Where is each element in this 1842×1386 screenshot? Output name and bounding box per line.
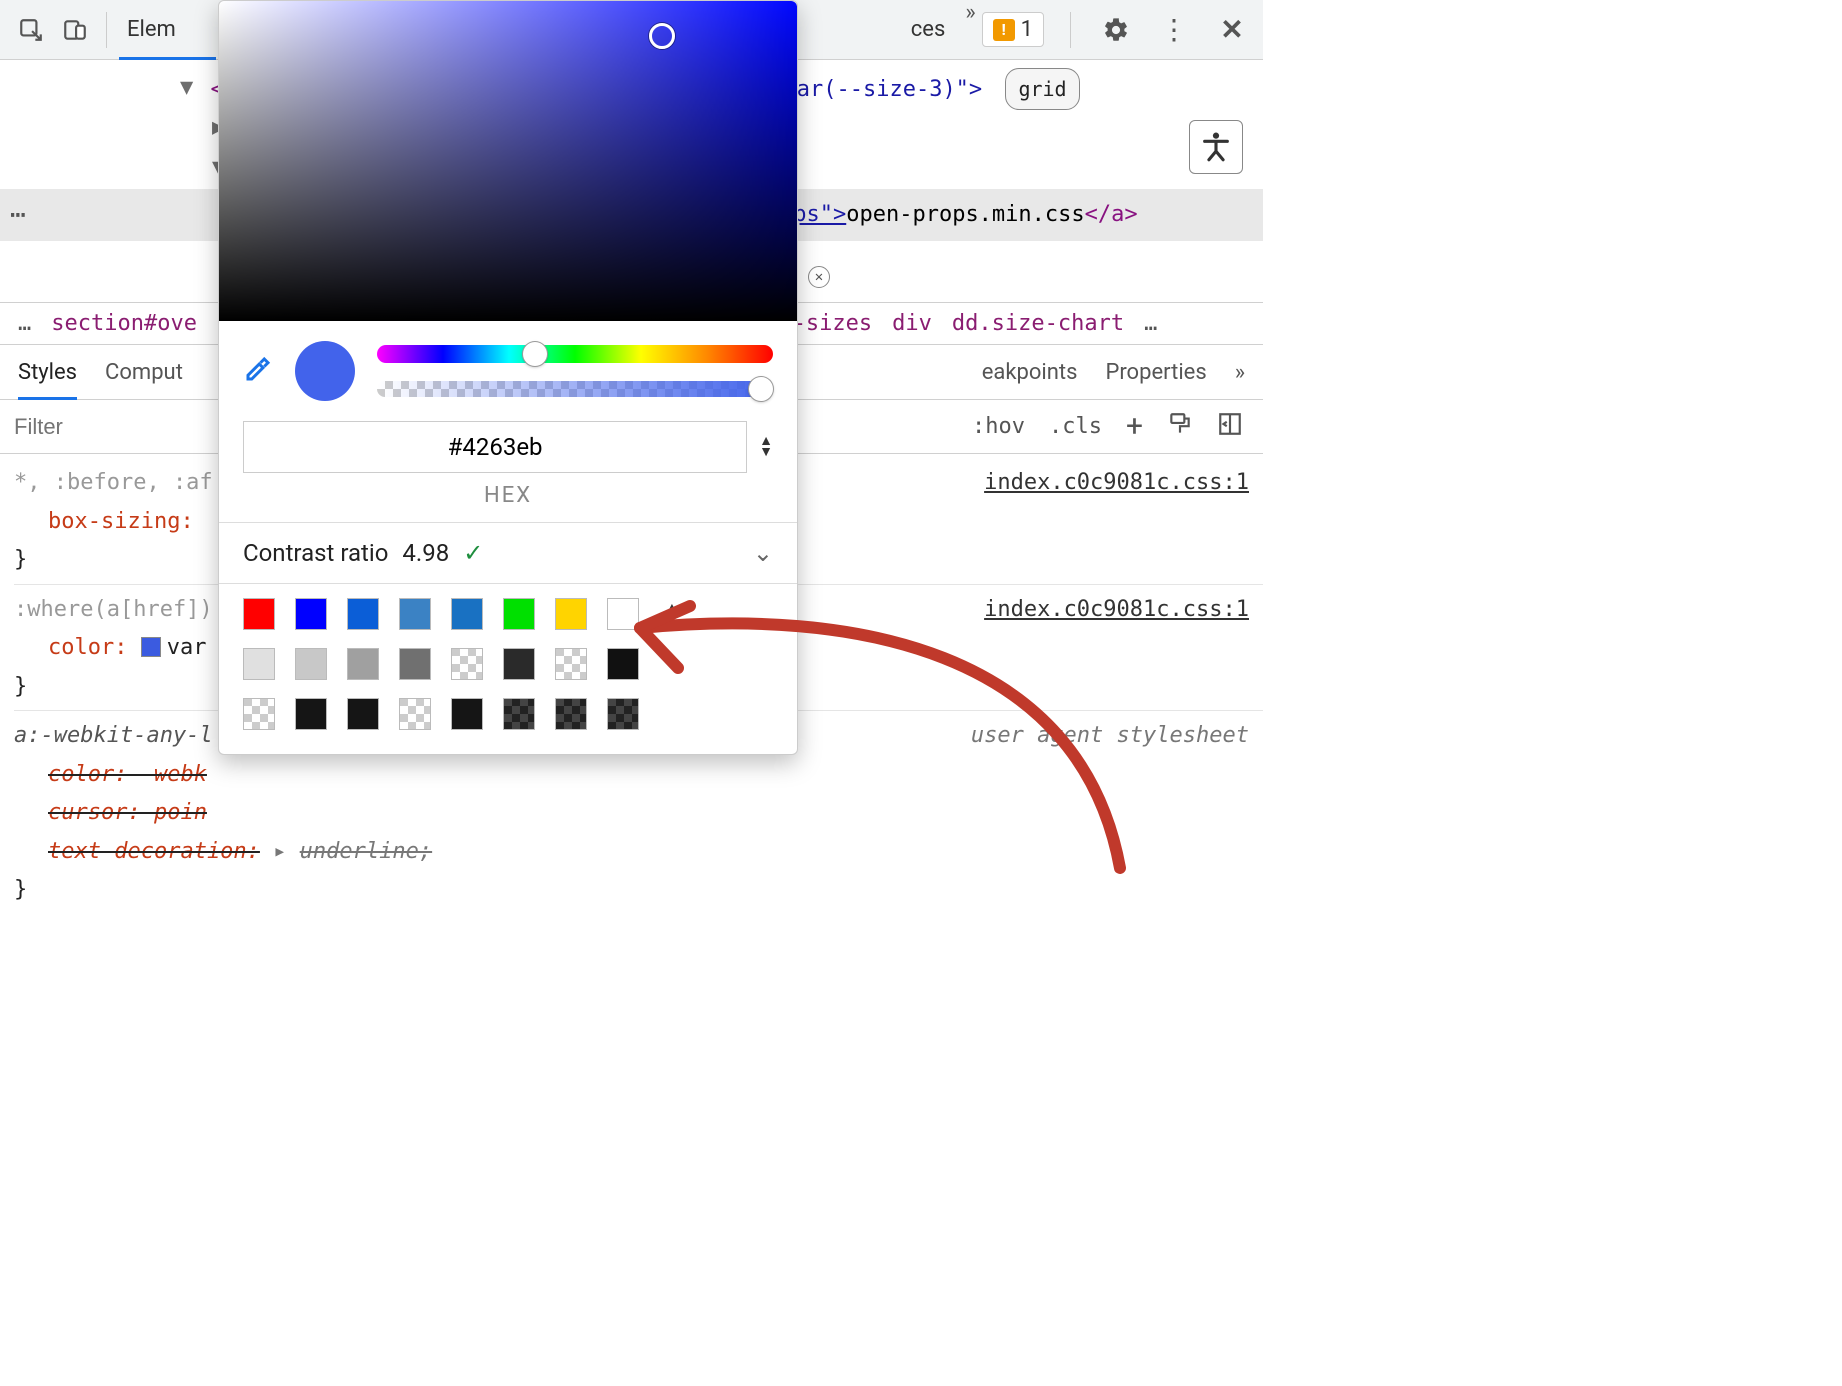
chevron-down-icon[interactable]: ⌄ [753,539,773,567]
check-icon: ✓ [463,539,483,567]
current-color-swatch [295,341,355,401]
new-style-rule-icon[interactable]: + [1126,409,1143,444]
saturation-value-field[interactable] [219,1,797,321]
issues-badge[interactable]: ! 1 [982,12,1044,47]
selector: :where(a[href]) [14,597,213,622]
palette-swatch[interactable] [347,598,379,630]
link-text: open-props.min.css [846,195,1084,235]
palette-swatch[interactable] [295,598,327,630]
css-value: underline; [300,839,432,864]
palette-swatch[interactable] [347,648,379,680]
computed-panel-icon[interactable] [1217,411,1243,443]
breadcrumb-item[interactable]: section#ove [51,311,197,336]
color-picker: ▲▼ HEX Contrast ratio 4.98 ✓ ⌄ ▲▼ [218,0,798,755]
toolbar-divider [1070,12,1071,48]
subtab-styles[interactable]: Styles [18,345,77,399]
palette-swatch[interactable] [399,648,431,680]
inspect-icon[interactable] [12,11,50,49]
toolbar-divider [106,12,107,48]
breadcrumb-overflow-right[interactable]: … [1144,311,1157,336]
contrast-value: 4.98 [402,539,449,567]
hov-toggle[interactable]: :hov [972,414,1025,439]
hue-slider[interactable] [377,345,773,363]
palette-swatch[interactable] [243,648,275,680]
warning-icon: ! [993,19,1015,41]
palette-row [243,598,639,630]
palette-swatch[interactable] [451,598,483,630]
kebab-menu-icon[interactable]: ⋮ [1155,11,1193,49]
palette-swatch[interactable] [399,698,431,730]
palette-swatch[interactable] [555,598,587,630]
subtab-computed[interactable]: Comput [105,345,183,399]
palette-swatch[interactable] [503,648,535,680]
tabs-overflow[interactable]: » [965,0,975,59]
close-icon[interactable]: ✕ [1213,11,1251,49]
palette-swatch[interactable] [555,648,587,680]
cls-toggle[interactable]: .cls [1049,414,1102,439]
breadcrumb-overflow-left[interactable]: … [18,311,31,336]
palette-swatch[interactable] [243,698,275,730]
breadcrumb-item[interactable]: div [892,311,932,336]
alpha-slider[interactable] [377,381,773,397]
tab-elements[interactable]: Elem [119,0,216,59]
close-icon[interactable]: ✕ [808,266,830,288]
palette-swatch[interactable] [243,598,275,630]
sv-cursor[interactable] [649,23,675,49]
subtabs-overflow[interactable]: » [1235,360,1245,385]
palette-swatch[interactable] [295,648,327,680]
color-swatch-icon[interactable] [141,637,161,657]
palette-swatch[interactable] [503,698,535,730]
palette-swatch[interactable] [607,598,639,630]
palette-swatch[interactable] [555,698,587,730]
css-property[interactable]: box-sizing: [48,509,194,534]
tab-sources-partial[interactable]: ces [903,0,954,59]
hex-input[interactable] [243,421,747,473]
selector: a:-webkit-any-l [14,723,213,748]
css-property: color: -webk [48,762,207,787]
rule-origin-ua: user agent stylesheet [971,717,1249,756]
eyedropper-icon[interactable] [243,354,273,389]
selector: *, :before, :af [14,470,213,495]
subtab-breakpoints[interactable]: eakpoints [982,345,1078,399]
color-format-label: HEX [219,483,797,522]
issues-count: 1 [1021,17,1033,42]
palette-swatch[interactable] [399,598,431,630]
breadcrumb-item[interactable]: dd.size-chart [952,311,1124,336]
css-property: text-decoration: [48,839,260,864]
css-property: cursor: poin [48,800,207,825]
palette-swatch[interactable] [451,698,483,730]
grid-badge[interactable]: grid [1005,68,1079,110]
paint-icon[interactable] [1167,411,1193,443]
palette-row [243,698,773,730]
format-stepper[interactable]: ▲▼ [759,436,773,458]
palette-swatch[interactable] [451,648,483,680]
arrow-icon: ▸ [273,839,286,864]
subtab-properties[interactable]: Properties [1105,345,1206,399]
palette-swatch[interactable] [503,598,535,630]
color-palette: ▲▼ [219,584,797,754]
css-value[interactable]: var [167,635,207,660]
palette-swatch[interactable] [347,698,379,730]
accessibility-icon[interactable] [1189,120,1243,174]
palette-stepper[interactable]: ▲▼ [665,603,679,625]
device-toggle-icon[interactable] [56,11,94,49]
rule-origin-link[interactable]: index.c0c9081c.css:1 [984,464,1249,503]
palette-swatch[interactable] [607,648,639,680]
rule-origin-link[interactable]: index.c0c9081c.css:1 [984,591,1249,630]
style-attr: var(--size-3)"> [784,77,983,102]
gear-icon[interactable] [1097,11,1135,49]
palette-swatch[interactable] [295,698,327,730]
contrast-label: Contrast ratio [243,539,388,567]
contrast-ratio-row[interactable]: Contrast ratio 4.98 ✓ ⌄ [219,523,797,583]
palette-swatch[interactable] [607,698,639,730]
css-property[interactable]: color: [48,635,127,660]
palette-row [243,648,773,680]
path-ellipsis: ⋯ [10,192,26,239]
